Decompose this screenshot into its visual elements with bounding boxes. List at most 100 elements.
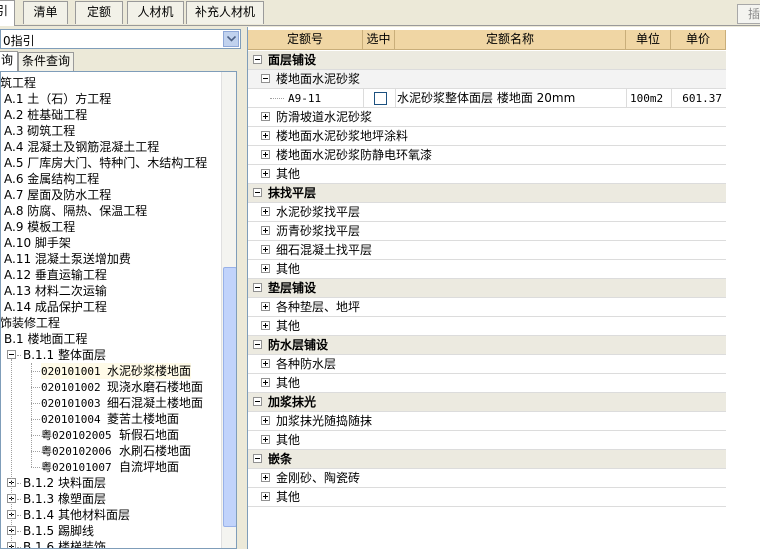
tree-node[interactable]: A.9 模板工程 [4,219,75,235]
group-row[interactable]: 加浆抹光 [248,393,726,412]
table-row[interactable]: 其他 [248,488,726,507]
expand-icon[interactable] [261,416,270,425]
query-tab[interactable]: 询 [0,51,18,72]
column-header[interactable]: 选中 [363,30,395,50]
top-tab[interactable]: 人材机 [127,1,184,24]
tree-node[interactable]: A.3 砌筑工程 [4,123,75,139]
tree-node[interactable]: B.1.3 橡塑面层 [23,491,106,507]
table-row[interactable]: 其他 [248,431,726,450]
tree-node[interactable]: B.1 楼地面工程 [4,331,88,347]
table-row[interactable]: 其他 [248,165,726,184]
group-row[interactable]: 嵌条 [248,450,726,469]
expand-icon[interactable] [261,150,270,159]
expand-icon[interactable] [261,492,270,501]
tree-node[interactable]: A.5 厂库房大门、特种门、木结构工程 [4,155,207,171]
table-row[interactable]: A9-11 水泥砂浆整体面层 楼地面 20mm 100m2 601.37 [248,89,726,108]
scrollbar-thumb[interactable] [223,267,236,527]
expand-icon[interactable] [261,359,270,368]
table-row[interactable]: 各种防水层 [248,355,726,374]
table-row[interactable]: 加浆抹光随捣随抹 [248,412,726,431]
expand-icon[interactable] [261,226,270,235]
node-label: A.3 砌筑工程 [4,124,76,138]
insert-button[interactable]: 插 [737,4,760,24]
table-row[interactable]: 各种垫层、地坪 [248,298,726,317]
tree-node[interactable]: 筑工程 [1,75,36,91]
chevron-down-icon[interactable] [223,31,239,47]
select-checkbox[interactable] [374,92,387,105]
collapse-icon[interactable] [253,55,262,64]
collapse-icon[interactable] [253,340,262,349]
tree-scrollbar[interactable] [221,72,236,548]
column-header[interactable]: 定额名称 [395,30,626,50]
tree-node[interactable]: A.13 材料二次运输 [4,283,107,299]
list-code-node[interactable]: 粤020102005 斩假石地面 [41,427,179,443]
table-row[interactable]: 楼地面水泥砂浆 [248,70,726,89]
group-row[interactable]: 抹找平层 [248,184,726,203]
node-label: A.4 混凝土及钢筋混凝土工程 [4,140,160,154]
table-row[interactable]: 防滑坡道水泥砂浆 [248,108,726,127]
expand-icon[interactable] [261,131,270,140]
collapse-icon[interactable] [253,454,262,463]
table-row[interactable]: 楼地面水泥砂浆防静电环氧漆 [248,146,726,165]
group-row[interactable]: 面层铺设 [248,51,726,70]
column-header[interactable]: 定额号 [248,30,363,50]
list-code-node[interactable]: 020101001 水泥砂浆楼地面 [41,363,192,379]
expand-icon[interactable] [261,302,270,311]
query-tab[interactable]: 条件查询 [18,52,74,71]
collapse-icon[interactable] [7,350,16,359]
list-code-node[interactable]: 020101003 细石混凝土楼地面 [41,395,203,411]
tree-node[interactable]: A.14 成品保护工程 [4,299,107,315]
expand-icon[interactable] [261,473,270,482]
column-header[interactable]: 单价 [671,30,726,50]
table-row[interactable]: 其他 [248,317,726,336]
group-row[interactable]: 防水层铺设 [248,336,726,355]
row-label: 细石混凝土找平层 [276,243,373,257]
expand-icon[interactable] [261,169,270,178]
top-tab[interactable]: 补充人材机 [186,1,264,24]
expand-icon[interactable] [261,378,270,387]
tree-node[interactable]: B.1.5 踢脚线 [23,523,94,539]
expand-icon[interactable] [261,264,270,273]
table-row[interactable]: 细石混凝土找平层 [248,241,726,260]
tree-node[interactable]: A.6 金属结构工程 [4,171,99,187]
list-code-node[interactable]: 020101002 现浇水磨石楼地面 [41,379,203,395]
list-code-node[interactable]: 粤020102006 水刷石楼地面 [41,443,191,459]
tree-node[interactable]: A.8 防腐、隔热、保温工程 [4,203,147,219]
list-code-node[interactable]: 粤020101007 自流坪地面 [41,459,179,475]
collapse-icon[interactable] [253,283,262,292]
table-row[interactable]: 其他 [248,260,726,279]
top-tab[interactable]: 定额 [75,1,123,24]
tree-node[interactable]: A.11 混凝土泵送增加费 [4,251,131,267]
column-header[interactable]: 单位 [626,30,671,50]
expand-icon[interactable] [261,435,270,444]
top-tab[interactable]: 清单 [23,1,68,24]
table-row[interactable]: 沥青砂浆找平层 [248,222,726,241]
table-row[interactable]: 楼地面水泥砂浆地坪涂料 [248,127,726,146]
tree-node[interactable]: A.4 混凝土及钢筋混凝土工程 [4,139,159,155]
tree-node[interactable]: A.1 土（石）方工程 [4,91,111,107]
left-panel: 0指引 询条件查询 筑工程 A.1 土（石）方工程 A.2 桩基础工程 A.3 砌筑工… [0,27,242,549]
tree-node[interactable]: B.1.6 楼梯装饰 [23,539,106,548]
tree-node[interactable]: B.1.2 块料面层 [23,475,106,491]
tree-node[interactable]: A.10 脚手架 [4,235,71,251]
collapse-icon[interactable] [261,74,270,83]
list-code-node[interactable]: 020101004 菱苦土楼地面 [41,411,179,427]
expand-icon[interactable] [261,245,270,254]
tree-node[interactable]: A.2 桩基础工程 [4,107,87,123]
tree-node[interactable]: A.12 垂直运输工程 [4,267,107,283]
tree-node[interactable]: B.1.1 整体面层 [23,347,106,363]
table-row[interactable]: 其他 [248,374,726,393]
guide-combo-box[interactable]: 0指引 [0,29,241,49]
table-row[interactable]: 水泥砂浆找平层 [248,203,726,222]
tree-node[interactable]: A.7 屋面及防水工程 [4,187,111,203]
table-row[interactable]: 金刚砂、陶瓷砖 [248,469,726,488]
tree-node[interactable]: 饰装修工程 [1,315,60,331]
collapse-icon[interactable] [253,188,262,197]
collapse-icon[interactable] [253,397,262,406]
expand-icon[interactable] [261,112,270,121]
top-tab[interactable]: 引 [0,0,15,26]
expand-icon[interactable] [261,321,270,330]
group-row[interactable]: 垫层铺设 [248,279,726,298]
tree-node[interactable]: B.1.4 其他材料面层 [23,507,130,523]
expand-icon[interactable] [261,207,270,216]
